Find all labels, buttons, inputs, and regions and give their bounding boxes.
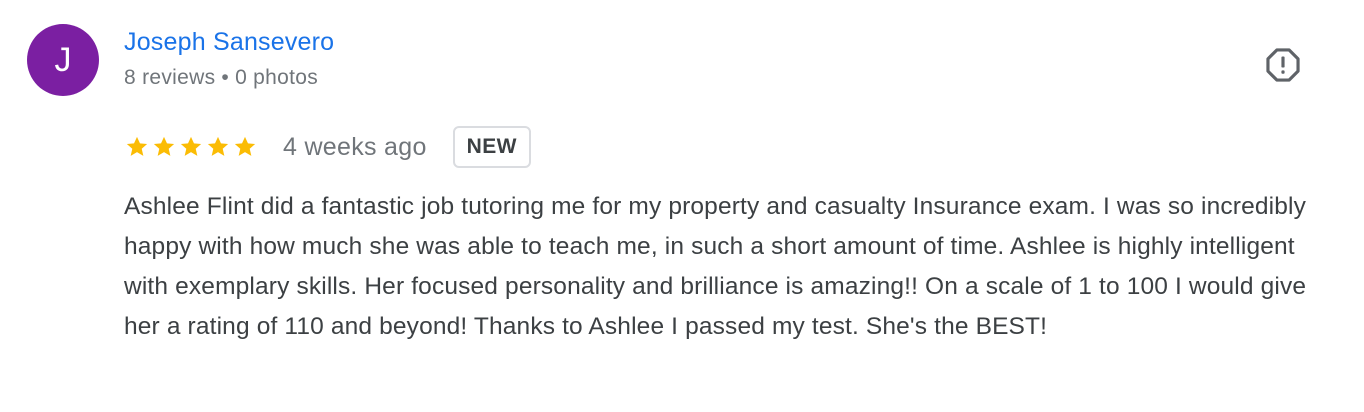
review-time: 4 weeks ago xyxy=(283,132,427,161)
star-icon xyxy=(207,136,229,156)
rating-row: 4 weeks ago NEW xyxy=(124,124,531,170)
review-text: Ashlee Flint did a fantastic job tutorin… xyxy=(124,193,1307,340)
photo-count: 0 photos xyxy=(235,66,319,89)
review-card: J Joseph Sansevero 8 reviews • 0 photos 4 … xyxy=(0,0,1364,412)
review-count: 8 reviews xyxy=(124,66,216,89)
star-icon xyxy=(180,136,202,156)
meta-separator: • xyxy=(221,66,230,89)
new-badge: NEW xyxy=(452,126,531,168)
star-icon xyxy=(153,136,175,156)
avatar[interactable]: J xyxy=(27,24,99,96)
star-icon xyxy=(126,136,148,156)
author-meta: 8 reviews • 0 photos xyxy=(124,66,318,90)
report-flag-icon xyxy=(1266,48,1300,82)
star-icon xyxy=(234,136,256,156)
avatar-letter: J xyxy=(54,40,72,79)
report-button[interactable] xyxy=(1262,44,1304,86)
author-name-link[interactable]: Joseph Sansevero xyxy=(124,28,334,57)
star-rating xyxy=(124,134,258,160)
